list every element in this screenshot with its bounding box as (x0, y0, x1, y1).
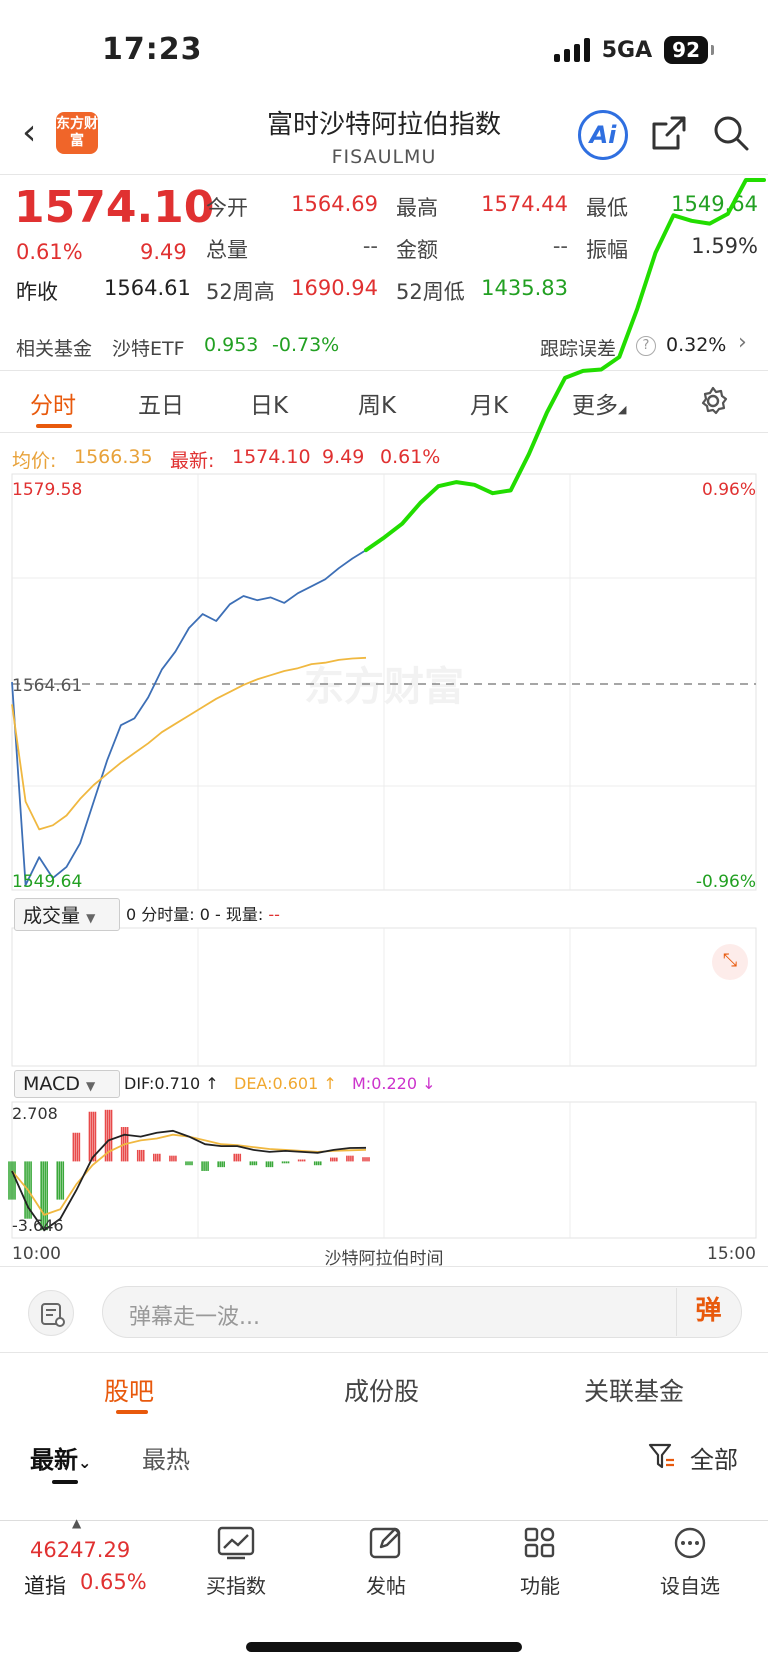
tab-constituents[interactable]: 成份股 (344, 1372, 419, 1408)
volume-info: 0 分时量: 0 - 现量: -- (126, 901, 280, 925)
nav-buy-index[interactable]: 买指数 (186, 1526, 286, 1599)
pct-axis-bottom: -0.96% (695, 872, 756, 892)
divider (0, 1352, 768, 1353)
pct-axis-top: 0.96% (701, 480, 756, 500)
sort-hottest[interactable]: 最热 (142, 1440, 190, 1475)
nav-post-label: 发帖 (366, 1574, 406, 1598)
sort-newest[interactable]: 最新⌄ (30, 1440, 91, 1475)
sort-active-indicator (52, 1480, 78, 1484)
macd-axis-bottom: -3.646 (12, 1216, 64, 1235)
macd-axis-top: 2.708 (12, 1104, 58, 1123)
macd-dif: DIF:0.710 ↑ (124, 1074, 219, 1093)
nav-functions-label: 功能 (520, 1574, 560, 1598)
filter-icon[interactable] (648, 1442, 676, 1472)
expand-icon[interactable]: ⤡ (712, 944, 748, 980)
nav-buy-index-label: 买指数 (206, 1574, 266, 1598)
volume-info-text: 0 分时量: 0 - 现量: (126, 905, 269, 924)
sort-newest-label: 最新 (30, 1446, 78, 1474)
time-end: 15:00 (707, 1244, 756, 1264)
dropdown-icon: ▼ (86, 911, 96, 925)
nav-post[interactable]: 发帖 (336, 1526, 436, 1599)
macd-selector-label: MACD (23, 1073, 80, 1095)
chevron-down-icon: ⌄ (78, 1453, 92, 1472)
macd-dea-line (11, 1133, 367, 1216)
tab-active-indicator (116, 1410, 148, 1414)
danmu-input[interactable]: 弹幕走一波... (102, 1286, 742, 1338)
volume-selector-label: 成交量 (23, 905, 81, 927)
chart-grid (11, 473, 757, 1239)
comment-list-icon[interactable] (28, 1290, 74, 1336)
macd-dif-line (11, 1129, 367, 1232)
volume-current: -- (268, 905, 280, 924)
series-line (11, 549, 367, 886)
macd-dea: DEA:0.601 ↑ (234, 1074, 337, 1093)
dji-percent[interactable]: 0.65% (80, 1570, 147, 1594)
y-axis-bottom: 1549.64 (12, 872, 83, 892)
macd-selector[interactable]: MACD ▼ (14, 1070, 120, 1098)
comment-list-glyph (41, 1303, 65, 1327)
more-icon (674, 1527, 706, 1559)
divider (0, 1266, 768, 1267)
caret-up-icon[interactable]: ▲ (72, 1516, 81, 1530)
price-lines (11, 549, 367, 886)
y-axis-mid: 1564.61 (12, 676, 83, 696)
volume-selector[interactable]: 成交量 ▼ (14, 898, 120, 931)
nav-functions[interactable]: 功能 (490, 1526, 590, 1599)
dji-name[interactable]: 道指 (24, 1570, 66, 1600)
tab-guba[interactable]: 股吧 (104, 1372, 154, 1408)
dji-value[interactable]: 46247.29 (30, 1538, 130, 1562)
macd-chart (8, 1109, 370, 1232)
home-indicator (246, 1642, 522, 1652)
macd-m: M:0.220 ↓ (352, 1074, 436, 1093)
chart-watermark: 东方财富 (304, 664, 464, 710)
filter-all[interactable]: 全部 (690, 1440, 738, 1475)
edit-icon (369, 1527, 401, 1559)
tab-related-funds[interactable]: 关联基金 (584, 1372, 684, 1408)
chart-icon (217, 1526, 255, 1560)
danmu-button[interactable]: 弹 (676, 1288, 740, 1336)
nav-add-watchlist-label: 设自选 (660, 1574, 720, 1598)
nav-add-watchlist[interactable]: 设自选 (640, 1526, 740, 1599)
grid-icon (524, 1527, 555, 1558)
y-axis-top: 1579.58 (12, 480, 83, 500)
dropdown-icon: ▼ (86, 1079, 96, 1093)
